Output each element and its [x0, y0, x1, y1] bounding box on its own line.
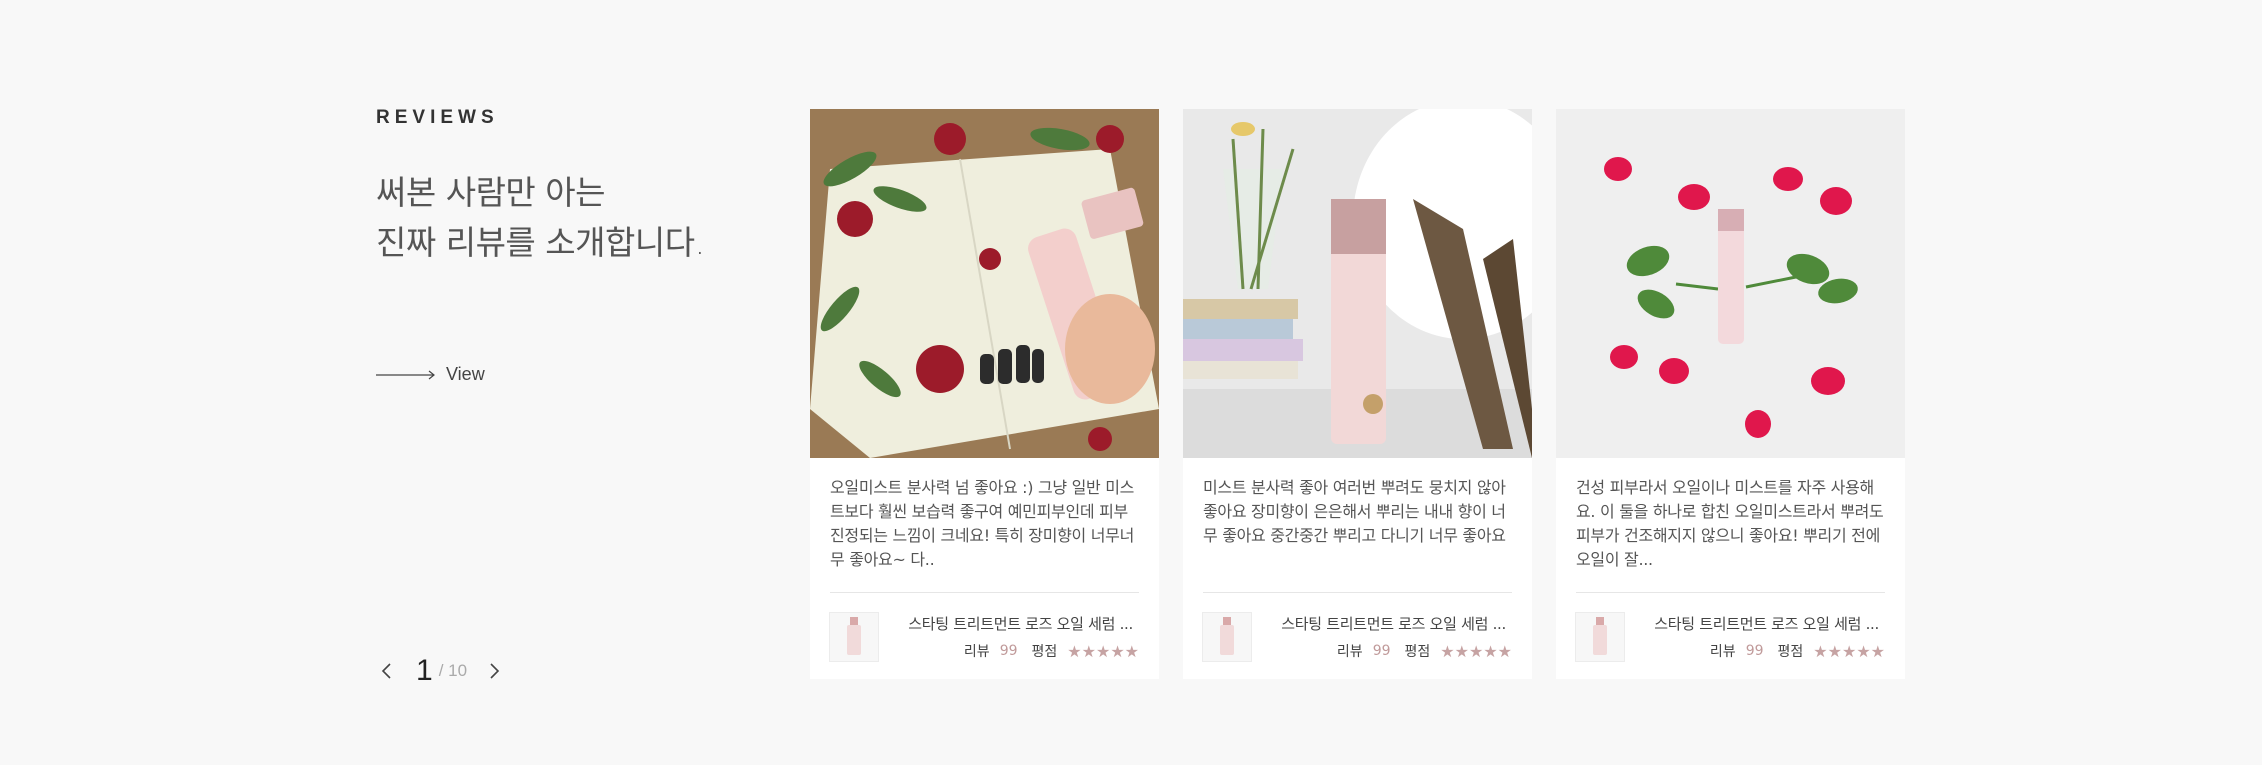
review-count-label: 리뷰 — [1336, 644, 1363, 660]
headline-line-1: 써본 사람만 아는 — [376, 173, 605, 212]
review-text: 오일미스트 분사력 넘 좋아요 :) 그냥 일반 미스트보다 훨씬 보습력 좋구… — [830, 478, 1135, 569]
review-count: 99 — [999, 643, 1018, 659]
divider — [1576, 592, 1885, 593]
product-bottle-icon — [1593, 617, 1607, 655]
review-text: 미스트 분사력 좋아 여러번 뿌려도 뭉치지 않아 좋아요 장미향이 은은해서 … — [1203, 478, 1506, 545]
divider — [1203, 592, 1512, 593]
chevron-right-icon[interactable] — [483, 660, 505, 682]
long-arrow-right-icon — [376, 370, 435, 379]
chevron-left-icon[interactable] — [376, 660, 398, 682]
review-photo — [810, 109, 1159, 458]
product-name[interactable]: 스타팅 트리트먼트 로즈 오일 세럼 ... — [908, 613, 1133, 634]
review-count: 99 — [1745, 643, 1764, 659]
product-name[interactable]: 스타팅 트리트먼트 로즈 오일 세럼 ... — [1281, 613, 1506, 634]
review-meta: 리뷰 99 평점 ★★★★★ — [964, 641, 1139, 661]
review-photo — [1556, 109, 1905, 458]
product-thumbnail — [1202, 612, 1252, 662]
review-count: 99 — [1372, 643, 1391, 659]
product-thumbnail — [829, 612, 879, 662]
pagination: 1 / 10 — [376, 654, 505, 688]
product-thumbnail — [1575, 612, 1625, 662]
view-link-label: View — [446, 364, 485, 384]
review-card[interactable]: 미스트 분사력 좋아 여러번 뿌려도 뭉치지 않아 좋아요 장미향이 은은해서 … — [1183, 109, 1532, 679]
review-text: 건성 피부라서 오일이나 미스트를 자주 사용해요. 이 둘을 하나로 합친 오… — [1576, 478, 1884, 569]
review-count-label: 리뷰 — [963, 644, 990, 660]
product-name[interactable]: 스타팅 트리트먼트 로즈 오일 세럼 ... — [1654, 613, 1879, 634]
rating-label: 평점 — [1404, 644, 1431, 660]
section-headline: 써본 사람만 아는 진짜 리뷰를 소개합니다. — [376, 168, 705, 268]
star-rating: ★★★★★ — [1067, 641, 1139, 661]
star-rating: ★★★★★ — [1813, 641, 1885, 661]
current-page: 1 — [416, 654, 433, 687]
total-pages: / 10 — [438, 661, 468, 680]
star-rating: ★★★★★ — [1440, 641, 1512, 661]
review-photo — [1183, 109, 1532, 458]
review-meta: 리뷰 99 평점 ★★★★★ — [1337, 641, 1512, 661]
review-meta: 리뷰 99 평점 ★★★★★ — [1710, 641, 1885, 661]
product-bottle-icon — [847, 617, 861, 655]
section-label: REVIEWS — [376, 107, 499, 128]
rating-label: 평점 — [1777, 644, 1804, 660]
product-bottle-icon — [1220, 617, 1234, 655]
view-link[interactable]: View — [376, 364, 485, 385]
review-card[interactable]: 오일미스트 분사력 넘 좋아요 :) 그냥 일반 미스트보다 훨씬 보습력 좋구… — [810, 109, 1159, 679]
divider — [830, 592, 1139, 593]
review-count-label: 리뷰 — [1709, 644, 1736, 660]
headline-line-2: 진짜 리뷰를 소개합니다. — [376, 223, 705, 262]
review-card[interactable]: 건성 피부라서 오일이나 미스트를 자주 사용해요. 이 둘을 하나로 합친 오… — [1556, 109, 1905, 679]
rating-label: 평점 — [1031, 644, 1058, 660]
